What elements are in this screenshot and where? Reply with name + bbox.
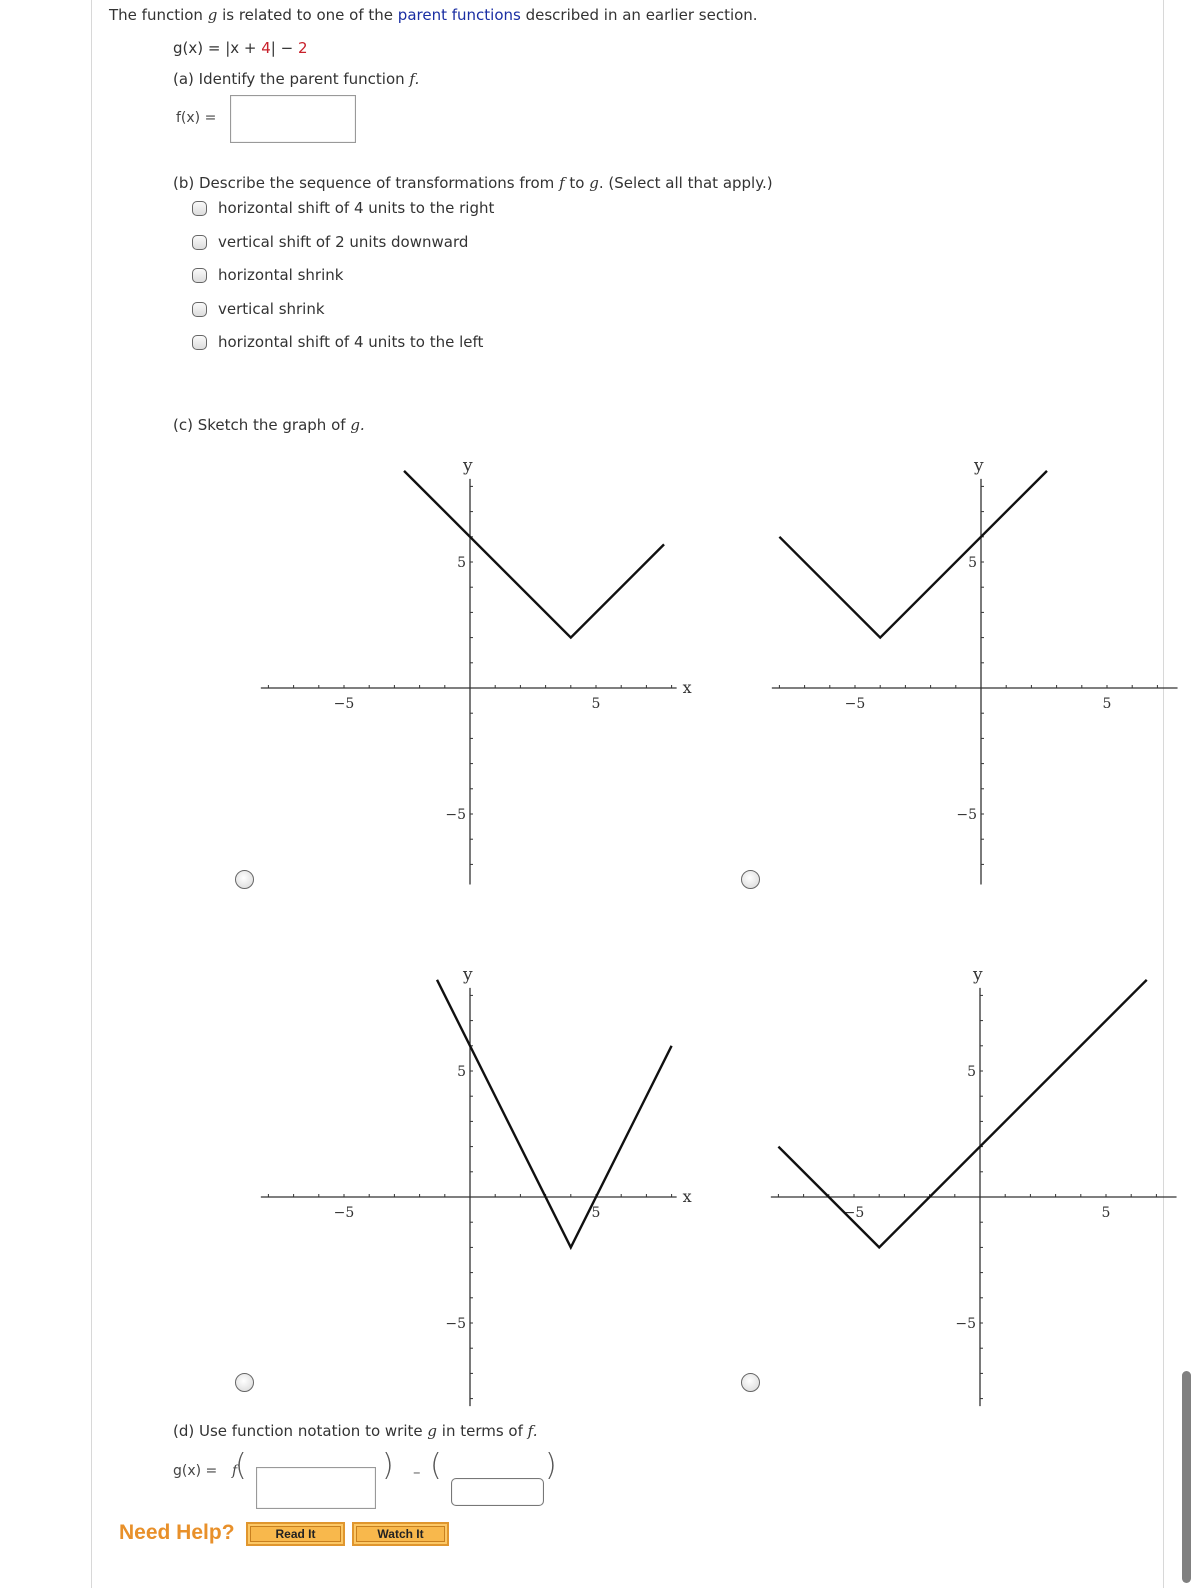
- x-tick-label: −5: [334, 1205, 355, 1221]
- part-d-var-g: g: [427, 1422, 438, 1440]
- y-tick-label: 5: [457, 555, 466, 571]
- graph-line-2: [778, 469, 1048, 640]
- graph-line-1: [403, 469, 665, 640]
- part-d-text-2: in terms of: [437, 1422, 528, 1440]
- gx-label: g(x) =: [173, 1463, 218, 1479]
- graph-option-radio-1[interactable]: [235, 870, 254, 889]
- open-paren-2: (: [430, 1448, 442, 1483]
- y-tick-label: −5: [955, 1316, 976, 1332]
- open-paren: (: [235, 1448, 247, 1483]
- x-tick-label: 5: [1103, 696, 1112, 712]
- part-d-var-f: f.: [527, 1422, 538, 1440]
- x-tick-label: −5: [334, 696, 355, 712]
- y-tick-label: 5: [967, 1064, 976, 1080]
- vertical-shift-input[interactable]: [451, 1478, 544, 1506]
- f-argument-input[interactable]: [256, 1467, 376, 1509]
- y-axis-label: y: [972, 965, 983, 985]
- close-paren: ): [382, 1448, 394, 1483]
- minus-sign: –: [413, 1463, 421, 1481]
- watch-it-button[interactable]: Watch It: [352, 1522, 449, 1546]
- y-tick-label: −5: [445, 1316, 466, 1332]
- need-help-label: Need Help?: [119, 1521, 235, 1544]
- y-axis-label: y: [973, 456, 984, 476]
- graph-option-radio-2[interactable]: [741, 870, 760, 889]
- graph-options: −5 5 5 −5 y x −5 5 5 −5 y −5 5 5 −5 y x −5 5 5 −5 y: [260, 456, 1178, 1407]
- part-d-prompt: (d) Use function notation to write g in …: [173, 1422, 537, 1440]
- y-tick-label: 5: [968, 555, 977, 571]
- x-tick-label: 5: [1102, 1205, 1111, 1221]
- y-axis-label: y: [462, 456, 473, 476]
- graph-option-radio-4[interactable]: [741, 1373, 760, 1392]
- graph-line-4: [777, 978, 1148, 1250]
- x-tick-label: 5: [592, 1205, 601, 1221]
- x-tick-label: −5: [844, 1205, 865, 1221]
- scrollbar-thumb[interactable]: [1182, 1371, 1191, 1583]
- graph-option-radio-3[interactable]: [235, 1373, 254, 1392]
- x-tick-label: −5: [845, 696, 866, 712]
- close-paren-2: ): [545, 1448, 557, 1483]
- read-it-button[interactable]: Read It: [246, 1522, 345, 1546]
- x-axis-label: x: [683, 678, 692, 697]
- y-tick-label: −5: [445, 807, 466, 823]
- part-d-text-1: (d) Use function notation to write: [173, 1422, 428, 1440]
- y-axis-label: y: [462, 965, 473, 985]
- x-axis-label: x: [683, 1187, 692, 1206]
- x-tick-label: 5: [592, 696, 601, 712]
- y-tick-label: −5: [956, 807, 977, 823]
- graph-line-3: [435, 979, 673, 1251]
- y-tick-label: 5: [457, 1064, 466, 1080]
